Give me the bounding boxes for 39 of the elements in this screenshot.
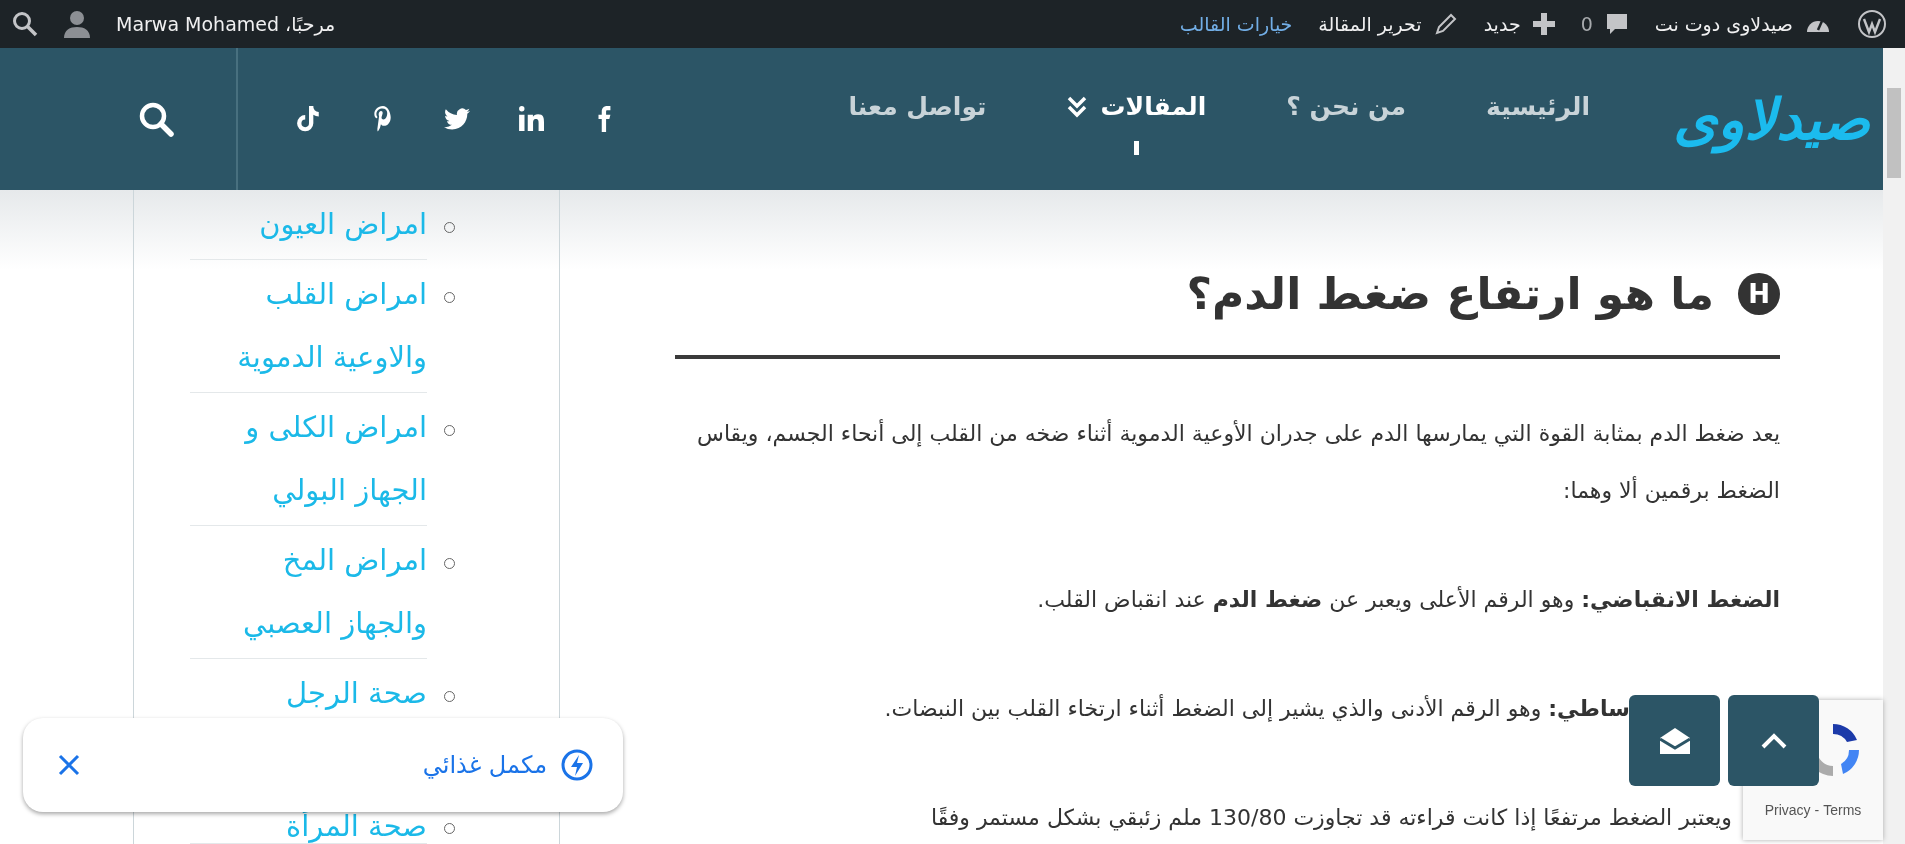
link-separator: - (1814, 802, 1820, 818)
search-icon[interactable] (12, 11, 38, 37)
article-paragraph: الضغط الانقباضي: وهو الرقم الأعلى ويعبر عن ضغط الدم عند انقباض القلب. (1036, 585, 1780, 615)
nav-link[interactable]: الرئيسية (1486, 92, 1590, 155)
popup-text[interactable]: مكمل غذائي (422, 751, 547, 779)
chevron-up-icon (1759, 731, 1788, 750)
site-logo[interactable]: صيدلاوى (1675, 86, 1870, 152)
twitter-icon[interactable] (444, 106, 471, 132)
comment-bubble-icon[interactable] (1604, 12, 1629, 36)
edit-post-link[interactable]: تحرير المقالة (1318, 13, 1422, 35)
active-indicator (1133, 141, 1139, 155)
terms-link[interactable]: Terms (1823, 802, 1862, 818)
heading-badge: H (1738, 272, 1780, 315)
article-heading: ما هو ارتفاع ضغط الدم؟ (1186, 268, 1714, 319)
linkedin-icon[interactable] (518, 106, 545, 132)
double-chevron-down-icon[interactable] (1066, 94, 1089, 119)
greeting-link[interactable]: مرحبًا، Marwa Mohamed (116, 13, 336, 35)
user-avatar-icon[interactable] (64, 10, 90, 38)
envelope-icon (1657, 725, 1692, 756)
theme-options-link[interactable]: خيارات القالب (1179, 13, 1293, 35)
wordpress-logo-icon[interactable] (1857, 9, 1887, 39)
email-button[interactable] (1629, 695, 1720, 786)
nav-link[interactable]: من نحن ؟ (1286, 92, 1407, 155)
pencil-icon[interactable] (1433, 12, 1458, 36)
nav-link[interactable]: المقالات (1066, 92, 1207, 155)
article-paragraph: ويعتبر الضغط مرتفعًا إذا كانت قراءته قد تجاوزت 130/80 ملم زئبقي بشكل مستمر وفقًا (930, 804, 1732, 833)
site-name-link[interactable]: صيدلاوى دوت نت (1654, 13, 1793, 35)
nav-link[interactable]: تواصل معنا (848, 92, 987, 155)
search-icon[interactable] (138, 101, 175, 137)
close-icon[interactable] (57, 753, 81, 777)
article-paragraph: ساطي: وهو الرقم الأدنى والذي يشير إلى الضغط أثناء ارتخاء القلب بين النبضات. (883, 693, 1631, 724)
scrollbar[interactable] (1883, 48, 1905, 844)
article-paragraph: يعد ضغط الدم بمثابة القوة التي يمارسها الدم على جدران الأوعية الدموية أثناء ضخه من القلب إلى أنحاء الجسم، ويقاس الضغط برقمين ألا وهما: (696, 418, 1780, 505)
privacy-link[interactable]: Privacy (1764, 802, 1811, 818)
plus-icon[interactable] (1532, 13, 1555, 35)
new-link[interactable]: جديد (1483, 13, 1521, 35)
lightning-bolt-icon (561, 749, 593, 781)
suggestion-popup[interactable]: مكمل غذائي (23, 718, 623, 812)
comment-count[interactable]: 0 (1580, 13, 1593, 35)
